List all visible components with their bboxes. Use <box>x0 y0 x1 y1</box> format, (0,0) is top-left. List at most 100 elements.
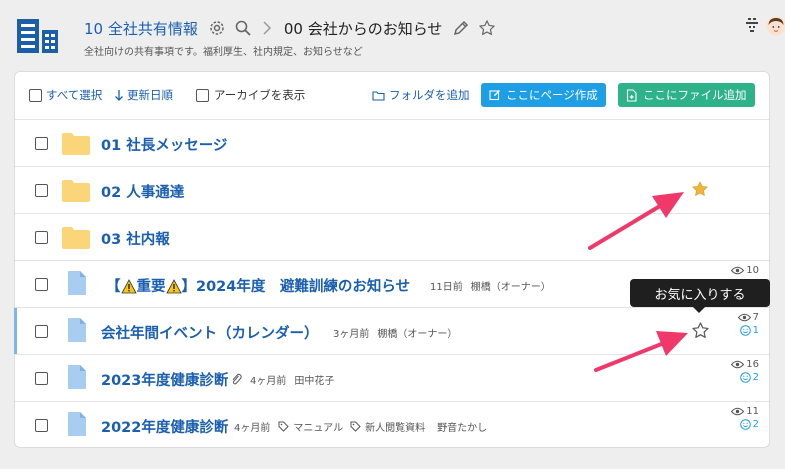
file-plus-icon <box>626 88 637 102</box>
row-time: 3ヶ月前 <box>333 329 370 340</box>
row-meta: 3ヶ月前 棚橋（オーナー） <box>333 325 457 340</box>
add-folder-button[interactable]: フォルダを追加 <box>372 87 470 103</box>
row-author: 野音たかし <box>437 423 488 434</box>
tooltip-text: お気に入りする <box>654 287 746 303</box>
row-author: 棚橋（オーナー） <box>377 329 458 340</box>
pencil-icon[interactable] <box>452 19 470 37</box>
document-icon <box>68 271 86 295</box>
row-meta: 4ヶ月前 マニュアル 新人閲覧資料 野音たかし <box>234 419 487 434</box>
row-title-suffix: 】2024年度 避難訓練のお知らせ <box>181 279 411 295</box>
list-item[interactable]: 01 社長メッセージ <box>15 120 769 167</box>
row-checkbox[interactable] <box>35 325 48 338</box>
header-actions <box>744 16 785 36</box>
row-title[interactable]: 2023年度健康診断 <box>101 369 228 390</box>
row-meta: 4ヶ月前 田中花子 <box>231 372 334 387</box>
page-header: 10 全社共有情報 00 会社からのお知らせ 全社向けの共有事項です。福利厚生、… <box>0 0 785 70</box>
row-title[interactable]: 会社年間イベント（カレンダー） <box>101 322 319 343</box>
star-filled-icon[interactable] <box>691 180 709 198</box>
search-icon[interactable] <box>234 19 252 37</box>
row-tag[interactable]: 新人閲覧資料 <box>365 419 425 434</box>
select-all-label[interactable]: すべて選択 <box>46 87 102 103</box>
notification-icon[interactable] <box>744 16 760 34</box>
star-outline-icon[interactable] <box>691 321 710 340</box>
document-icon <box>68 365 86 389</box>
select-all-checkbox[interactable] <box>29 88 42 102</box>
warning-icon <box>165 279 182 294</box>
sort-control[interactable]: 更新日順 <box>114 87 173 103</box>
row-checkbox[interactable] <box>35 184 48 197</box>
view-count: 10 <box>731 265 759 276</box>
page-subtitle: 全社向けの共有事項です。福利厚生、社内規定、お知らせなど <box>84 47 363 58</box>
show-archive-control[interactable]: アーカイブを表示 <box>196 87 305 103</box>
row-checkbox[interactable] <box>35 137 48 150</box>
reaction-count[interactable]: 1 <box>739 325 759 336</box>
row-checkbox[interactable] <box>35 231 48 244</box>
row-time: 4ヶ月前 <box>250 376 287 387</box>
row-title[interactable]: 【重要 】2024年度 避難訓練のお知らせ <box>106 275 410 296</box>
tag-icon <box>350 421 361 432</box>
list-item[interactable]: 03 社内報 <box>15 214 769 261</box>
row-checkbox[interactable] <box>35 372 48 385</box>
smile-icon <box>739 372 751 383</box>
list-toolbar: すべて選択 更新日順 アーカイブを表示 フォルダを追加 ここにページ作成 ここに… <box>15 72 769 120</box>
smile-icon <box>739 325 751 336</box>
view-count-value: 11 <box>746 406 759 417</box>
eye-icon <box>731 360 745 369</box>
paperclip-icon <box>232 373 242 385</box>
add-folder-label[interactable]: フォルダを追加 <box>389 87 470 103</box>
list-item[interactable]: 2023年度健康診断 4ヶ月前 田中花子 16 2 <box>15 355 769 402</box>
avatar[interactable] <box>766 16 785 36</box>
page-title: 00 会社からのお知らせ <box>283 19 443 38</box>
row-title[interactable]: 01 社長メッセージ <box>101 134 227 155</box>
edit-square-icon <box>489 90 500 101</box>
reaction-count-value: 1 <box>752 325 759 336</box>
select-all-control[interactable]: すべて選択 <box>29 87 102 103</box>
reaction-count[interactable]: 2 <box>739 372 759 383</box>
add-file-label[interactable]: ここにファイル追加 <box>643 87 747 103</box>
breadcrumb: 10 全社共有情報 00 会社からのお知らせ <box>84 16 496 40</box>
document-icon <box>68 412 86 436</box>
smile-icon <box>739 419 751 430</box>
favorite-tooltip: お気に入りする <box>630 279 770 313</box>
view-count-value: 10 <box>746 265 759 276</box>
eye-icon <box>737 313 751 322</box>
warning-icon <box>120 279 137 294</box>
folder-icon <box>62 133 90 155</box>
building-icon <box>17 19 58 53</box>
row-title-prefix: 【 <box>106 279 121 295</box>
row-time: 4ヶ月前 <box>234 423 271 434</box>
content-panel: すべて選択 更新日順 アーカイブを表示 フォルダを追加 ここにページ作成 ここに… <box>14 71 770 448</box>
show-archive-checkbox[interactable] <box>196 88 209 102</box>
row-checkbox[interactable] <box>35 278 48 291</box>
arrow-down-icon <box>115 90 123 101</box>
sort-label[interactable]: 更新日順 <box>127 87 173 103</box>
row-meta: 11日前 棚橋（オーナー） <box>430 278 551 293</box>
create-page-button[interactable]: ここにページ作成 <box>481 83 606 107</box>
list-item[interactable]: 2022年度健康診断 4ヶ月前 マニュアル 新人閲覧資料 野音たかし 11 2 <box>15 402 769 449</box>
row-tag[interactable]: マニュアル <box>293 419 343 434</box>
view-count: 11 <box>731 406 759 417</box>
row-time: 11日前 <box>430 282 463 293</box>
gear-icon[interactable] <box>208 19 226 37</box>
document-icon <box>68 318 86 342</box>
row-title[interactable]: 2022年度健康診断 <box>101 416 228 437</box>
row-author: 棚橋（オーナー） <box>470 282 551 293</box>
view-count-value: 16 <box>746 359 759 370</box>
row-title[interactable]: 02 人事通達 <box>101 181 184 202</box>
breadcrumb-space-link[interactable]: 10 全社共有情報 <box>84 18 198 39</box>
reaction-count-value: 2 <box>752 419 759 430</box>
chevron-right-icon <box>258 19 276 37</box>
reaction-count[interactable]: 2 <box>739 419 759 430</box>
row-title[interactable]: 03 社内報 <box>101 228 170 249</box>
star-outline-icon[interactable] <box>478 19 496 37</box>
create-page-label[interactable]: ここにページ作成 <box>506 87 598 103</box>
list-item[interactable]: 02 人事通達 <box>15 167 769 214</box>
add-file-button[interactable]: ここにファイル追加 <box>618 83 755 107</box>
list-item[interactable]: 会社年間イベント（カレンダー） 3ヶ月前 棚橋（オーナー） 7 1 <box>14 308 769 355</box>
eye-icon <box>731 266 745 275</box>
row-checkbox[interactable] <box>35 419 48 432</box>
tag-icon <box>278 421 290 432</box>
row-title-important: 重要 <box>136 279 166 295</box>
view-count: 7 <box>737 312 759 323</box>
view-count-value: 7 <box>752 312 759 323</box>
